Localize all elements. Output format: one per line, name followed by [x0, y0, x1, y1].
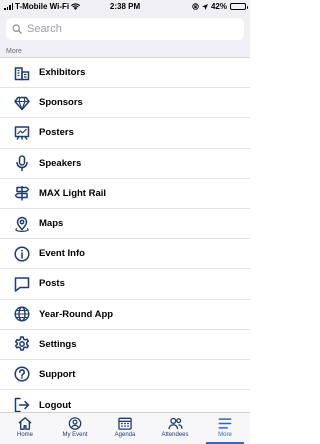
menu-item-event-info[interactable]: Event Info: [0, 239, 250, 270]
globe-icon: [14, 306, 30, 322]
building-icon: [14, 65, 30, 81]
menu-item-year-round-app[interactable]: Year-Round App: [0, 300, 250, 330]
search-input[interactable]: Search: [6, 18, 244, 40]
more-menu-list: Exhibitors Sponsors Posters Speakers MAX…: [0, 58, 250, 420]
menu-item-support[interactable]: Support: [0, 360, 250, 391]
menu-item-posters[interactable]: Posters: [0, 118, 250, 149]
info-icon: [14, 246, 30, 262]
presentation-board-icon: [14, 125, 30, 141]
menu-item-label: Support: [39, 368, 76, 380]
tab-label: Home: [16, 432, 33, 438]
diamond-icon: [14, 95, 30, 111]
menu-item-label: MAX Light Rail: [39, 187, 107, 199]
speech-bubble-icon: [14, 276, 30, 292]
menu-item-label: Posters: [39, 127, 74, 139]
menu-item-label: Posts: [39, 278, 65, 290]
map-pin-icon: [14, 216, 30, 232]
search-placeholder: Search: [27, 23, 62, 35]
search-bar: Search: [0, 13, 250, 45]
menu-item-posts[interactable]: Posts: [0, 269, 250, 300]
menu-item-label: Year-Round App: [39, 308, 114, 320]
menu-item-speakers[interactable]: Speakers: [0, 149, 250, 179]
question-icon: [14, 366, 30, 383]
tab-more[interactable]: More: [200, 413, 250, 444]
person-circle-icon: [68, 417, 82, 430]
tab-label: Attendees: [161, 432, 189, 438]
battery-percent: 42%: [210, 2, 227, 11]
logout-icon: [14, 397, 30, 413]
menu-item-label: Sponsors: [39, 97, 83, 109]
menu-item-label: Event Info: [39, 248, 85, 260]
tab-label: Agenda: [114, 432, 136, 438]
signpost-icon: [14, 185, 30, 201]
menu-item-maps[interactable]: Maps: [0, 209, 250, 240]
menu-item-label: Exhibitors: [39, 67, 86, 79]
menu-item-exhibitors[interactable]: Exhibitors: [0, 58, 250, 89]
gear-icon: [14, 336, 30, 352]
search-icon: [12, 24, 22, 34]
microphone-icon: [14, 155, 30, 172]
battery-icon: [230, 3, 248, 10]
tab-bar: Home My Event Agenda Attendees More: [0, 412, 250, 444]
tab-label: More: [218, 432, 232, 438]
menu-item-settings[interactable]: Settings: [0, 330, 250, 360]
location-arrow-icon: [201, 3, 208, 10]
menu-item-max-light-rail[interactable]: MAX Light Rail: [0, 179, 250, 209]
section-header: More: [0, 45, 250, 58]
menu-item-sponsors[interactable]: Sponsors: [0, 88, 250, 119]
status-right: 42%: [192, 2, 248, 11]
people-icon: [167, 417, 183, 430]
status-bar: T-Mobile Wi-Fi 2:38 PM 42%: [0, 0, 250, 13]
tab-my-event[interactable]: My Event: [50, 413, 100, 444]
tab-home[interactable]: Home: [0, 413, 50, 444]
tab-label: My Event: [62, 432, 88, 438]
calendar-icon: [118, 417, 132, 430]
tab-agenda[interactable]: Agenda: [100, 413, 150, 444]
menu-lines-icon: [218, 417, 232, 430]
menu-item-label: Maps: [39, 218, 64, 230]
lock-rotation-icon: [192, 3, 199, 10]
menu-item-label: Speakers: [39, 157, 82, 169]
menu-item-label: Settings: [39, 338, 77, 350]
tab-attendees[interactable]: Attendees: [150, 413, 200, 444]
menu-item-label: Logout: [39, 399, 72, 411]
home-icon: [18, 417, 32, 430]
